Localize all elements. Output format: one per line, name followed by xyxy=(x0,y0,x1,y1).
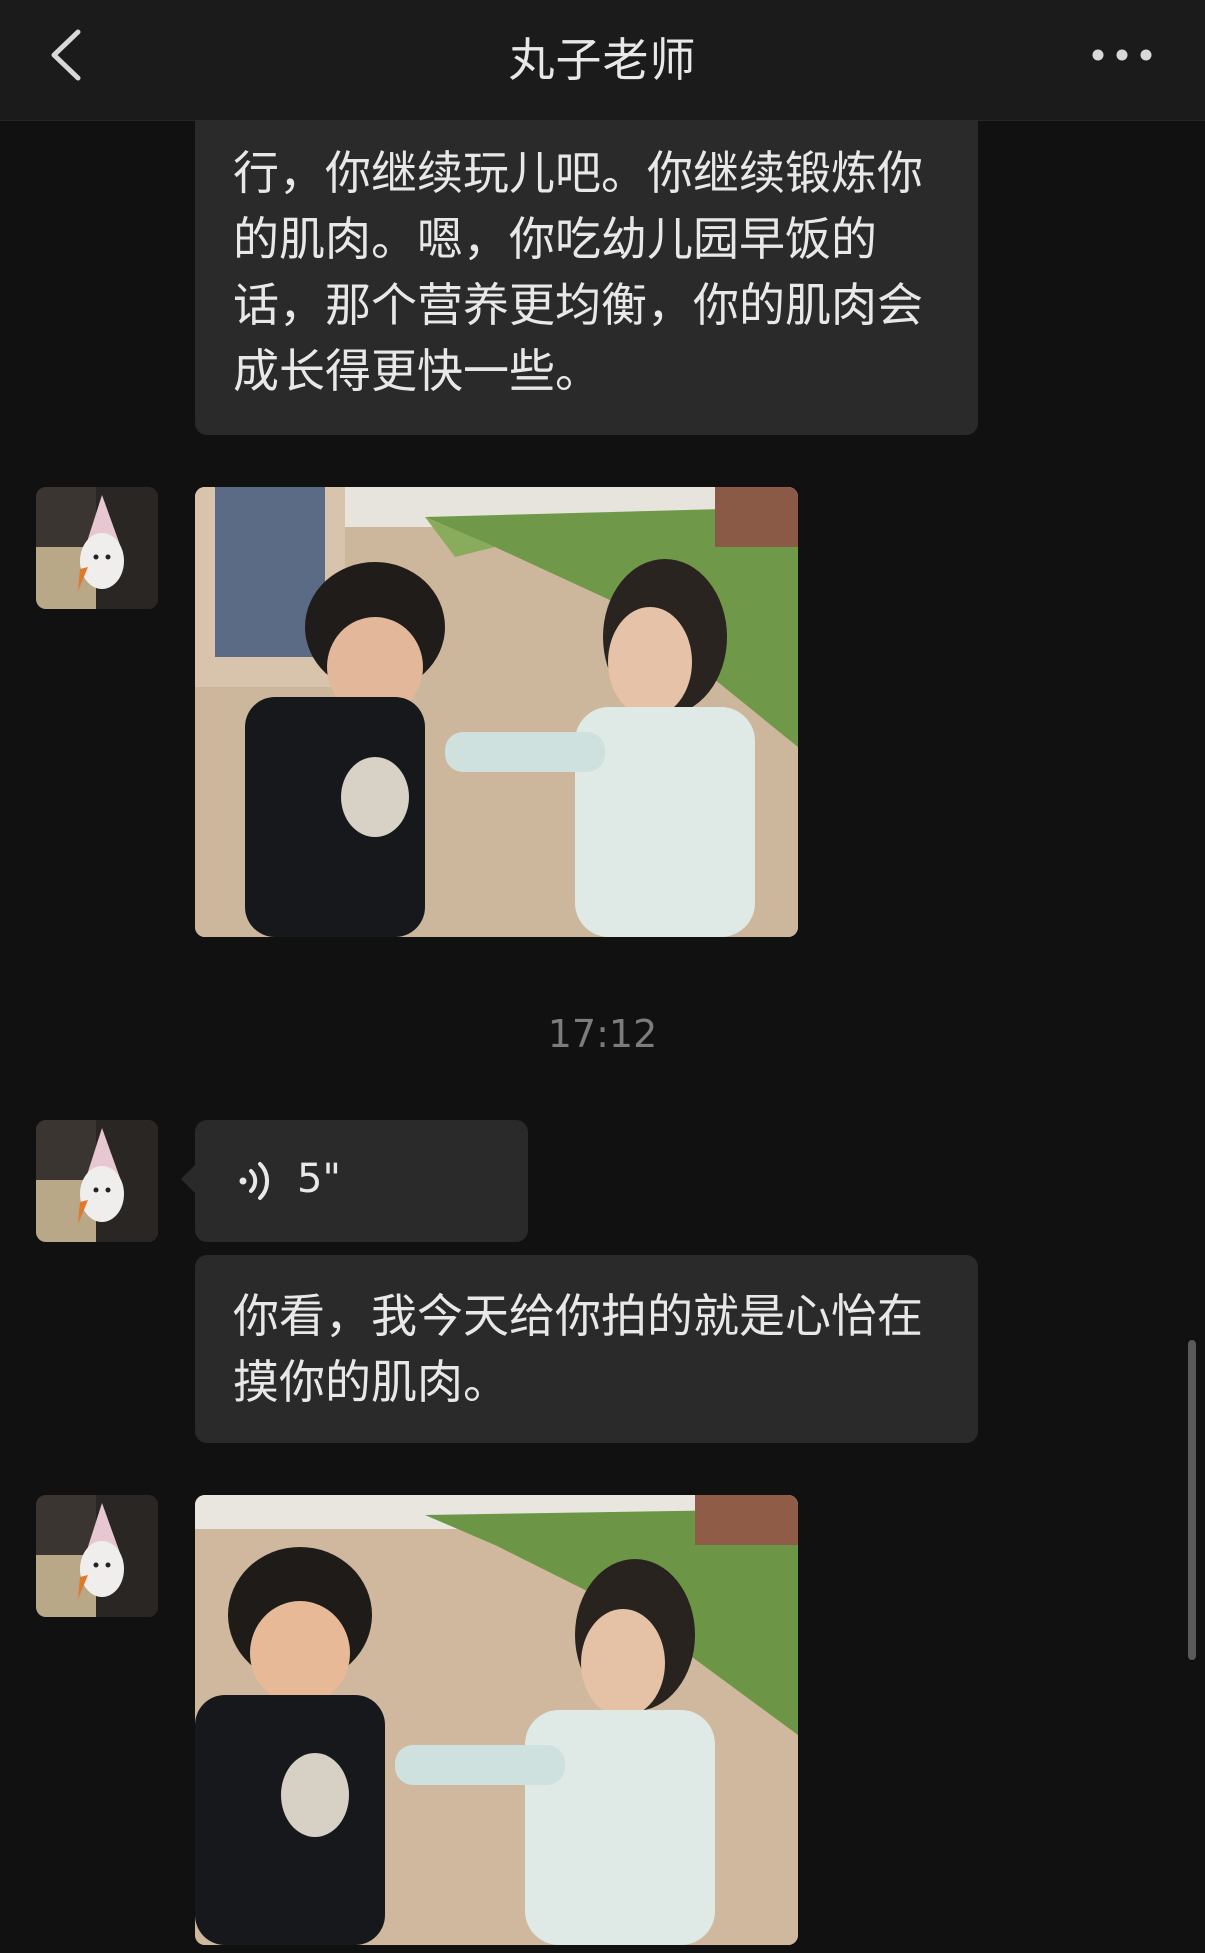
bunny-avatar-icon xyxy=(36,1120,158,1242)
chat-photo[interactable] xyxy=(195,487,798,937)
chat-photo[interactable] xyxy=(195,1495,798,1945)
message-text: 行，你继续玩儿吧。你继续锻炼你的肌肉。嗯，你吃幼儿园早饭的话，那个营养更均衡，你… xyxy=(233,146,923,398)
voice-duration: 5" xyxy=(297,1156,341,1202)
message-bubble[interactable]: 你看，我今天给你拍的就是心怡在摸你的肌肉。 xyxy=(195,1255,978,1443)
voice-waves-icon xyxy=(239,1162,270,1200)
bunny-avatar-icon xyxy=(36,1495,158,1617)
more-dots-icon[interactable] xyxy=(1090,38,1154,72)
photo-children-playground xyxy=(195,487,798,937)
avatar[interactable] xyxy=(36,1495,158,1617)
bunny-avatar-icon xyxy=(36,487,158,609)
avatar[interactable] xyxy=(36,487,158,609)
timestamp: 17:12 xyxy=(547,1012,658,1056)
message-text: 你看，我今天给你拍的就是心怡在摸你的肌肉。 xyxy=(233,1289,923,1409)
chat-title: 丸子老师 xyxy=(508,33,697,87)
chat-header: 丸子老师 xyxy=(0,0,1205,121)
scrollbar[interactable] xyxy=(1188,1340,1196,1660)
message-bubble[interactable]: 行，你继续玩儿吧。你继续锻炼你的肌肉。嗯，你吃幼儿园早饭的话，那个营养更均衡，你… xyxy=(195,120,978,435)
voice-message[interactable]: 5" xyxy=(181,1120,528,1242)
photo-children-playground xyxy=(195,1495,798,1945)
avatar[interactable] xyxy=(36,1120,158,1242)
